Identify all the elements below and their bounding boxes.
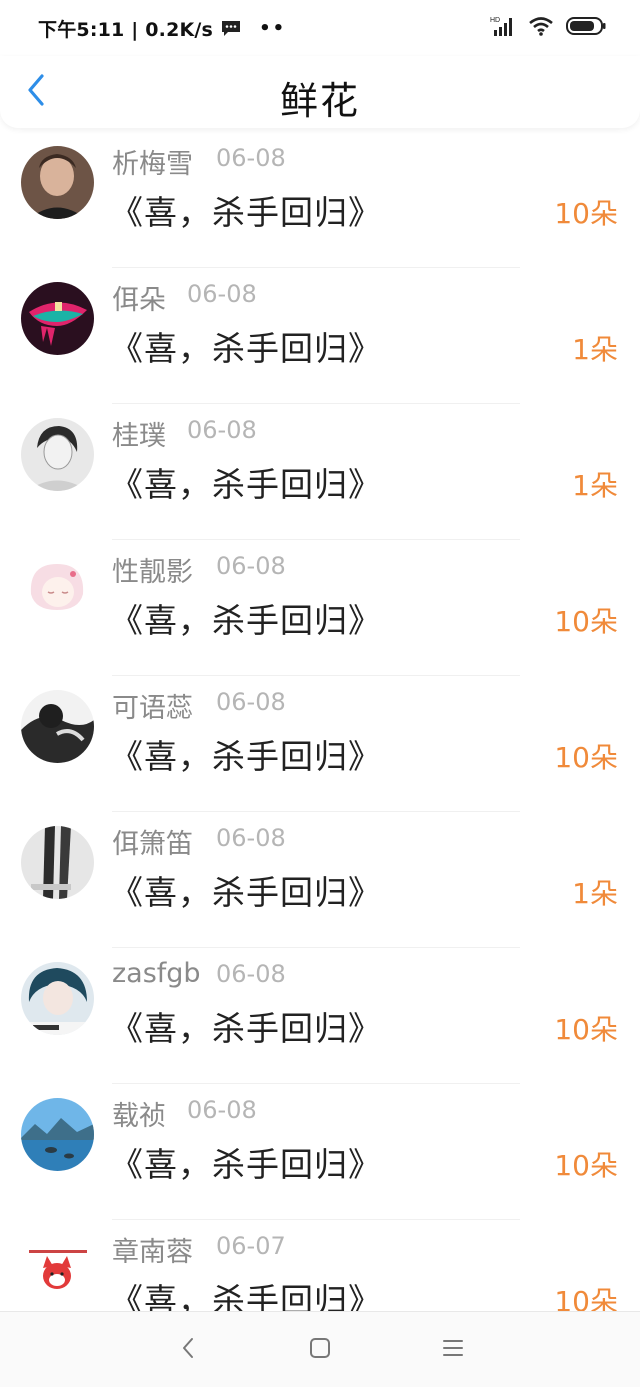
- gift-date: 06-08: [216, 824, 286, 852]
- flower-count: 1朵: [572, 877, 618, 910]
- menu-nav-icon: [442, 1338, 464, 1362]
- avatar: [21, 554, 94, 627]
- gift-list: 析梅雪 06-08 《喜，杀手回归》 10朵 佴朵 06-08 《喜，杀手回归》…: [0, 132, 640, 1356]
- avatar: [21, 146, 94, 219]
- gift-date: 06-08: [216, 552, 286, 580]
- avatar: [21, 962, 94, 1035]
- list-item[interactable]: 性靓影 06-08 《喜，杀手回归》 10朵: [0, 540, 640, 676]
- list-item[interactable]: 佴箫笛 06-08 《喜，杀手回归》 1朵: [0, 812, 640, 948]
- signal-icon: HD: [490, 15, 516, 41]
- status-bar: 下午5:11 | 0.2K/s •• HD: [0, 0, 640, 56]
- user-name: 可语蕊: [112, 693, 193, 724]
- notification-dots: ••: [259, 17, 287, 39]
- avatar: [21, 690, 94, 763]
- avatar: [21, 1098, 94, 1171]
- header: 鲜花: [0, 56, 640, 128]
- avatar: [21, 826, 94, 899]
- user-name: 佴箫笛: [112, 829, 193, 860]
- battery-icon: [566, 16, 606, 40]
- nav-back-button[interactable]: [172, 1334, 204, 1366]
- gift-date: 06-08: [187, 1096, 257, 1124]
- system-nav-bar: [0, 1311, 640, 1387]
- page-title: 鲜花: [279, 79, 360, 123]
- user-name: 桂璞: [112, 421, 166, 452]
- flower-count: 10朵: [554, 197, 618, 230]
- list-item[interactable]: 可语蕊 06-08 《喜，杀手回归》 10朵: [0, 676, 640, 812]
- avatar: [21, 418, 94, 491]
- flower-count: 1朵: [572, 333, 618, 366]
- avatar: [21, 282, 94, 355]
- user-name: zasfgb: [112, 958, 201, 989]
- user-name: 析梅雪: [112, 149, 193, 180]
- book-title: 《喜，杀手回归》: [110, 1009, 382, 1048]
- avatar: [21, 1234, 94, 1307]
- screen: 下午5:11 | 0.2K/s •• HD 鲜花 析梅雪 06-08 《喜，杀手…: [0, 0, 640, 1387]
- gift-date: 06-08: [216, 960, 286, 988]
- nav-menu-button[interactable]: [437, 1334, 469, 1366]
- flower-count: 10朵: [554, 741, 618, 774]
- gift-date: 06-07: [216, 1232, 286, 1260]
- flower-count: 10朵: [554, 1013, 618, 1046]
- nav-home-button[interactable]: [304, 1334, 336, 1366]
- message-icon: [221, 20, 241, 36]
- home-nav-icon: [309, 1337, 331, 1363]
- flower-count: 10朵: [554, 605, 618, 638]
- list-item[interactable]: 载祯 06-08 《喜，杀手回归》 10朵: [0, 1084, 640, 1220]
- user-name: 佴朵: [112, 285, 166, 316]
- gift-date: 06-08: [216, 688, 286, 716]
- list-item[interactable]: 佴朵 06-08 《喜，杀手回归》 1朵: [0, 268, 640, 404]
- gift-date: 06-08: [216, 144, 286, 172]
- gift-date: 06-08: [187, 280, 257, 308]
- book-title: 《喜，杀手回归》: [110, 737, 382, 776]
- wifi-icon: [528, 16, 554, 40]
- svg-text:HD: HD: [490, 17, 500, 24]
- list-item[interactable]: zasfgb 06-08 《喜，杀手回归》 10朵: [0, 948, 640, 1084]
- book-title: 《喜，杀手回归》: [110, 193, 382, 232]
- book-title: 《喜，杀手回归》: [110, 329, 382, 368]
- status-left: 下午5:11 | 0.2K/s ••: [38, 15, 286, 42]
- book-title: 《喜，杀手回归》: [110, 873, 382, 912]
- status-time-speed: 下午5:11 | 0.2K/s: [38, 18, 214, 41]
- user-name: 载祯: [112, 1101, 166, 1132]
- gift-date: 06-08: [187, 416, 257, 444]
- book-title: 《喜，杀手回归》: [110, 601, 382, 640]
- book-title: 《喜，杀手回归》: [110, 1145, 382, 1184]
- status-right: HD: [490, 15, 606, 41]
- user-name: 性靓影: [112, 557, 193, 588]
- list-item[interactable]: 桂璞 06-08 《喜，杀手回归》 1朵: [0, 404, 640, 540]
- book-title: 《喜，杀手回归》: [110, 465, 382, 504]
- list-item[interactable]: 析梅雪 06-08 《喜，杀手回归》 10朵: [0, 132, 640, 268]
- user-name: 章南蓉: [112, 1237, 193, 1268]
- back-nav-icon: [180, 1336, 196, 1364]
- flower-count: 10朵: [554, 1149, 618, 1182]
- flower-count: 1朵: [572, 469, 618, 502]
